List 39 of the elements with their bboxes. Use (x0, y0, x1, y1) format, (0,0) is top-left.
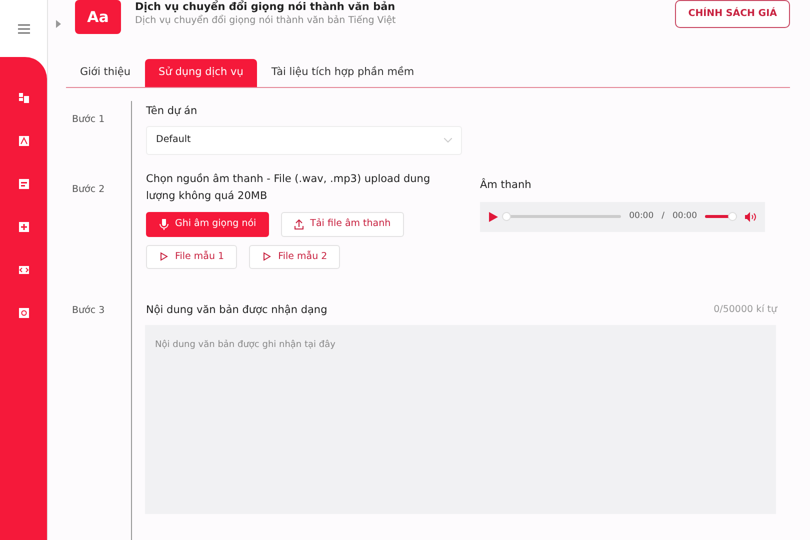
code-icon[interactable] (18, 265, 28, 275)
plus-icon[interactable] (18, 222, 28, 232)
field-label: Tên dự án (146, 104, 198, 119)
time-position: 00:00 (629, 210, 654, 223)
volume-slider[interactable] (705, 212, 737, 221)
chevron-down-icon (444, 138, 452, 143)
page-subtitle: Dịch vụ chuyển đổi giọng nói thành văn bản Tiếng Việt (135, 14, 397, 28)
audio-label: Âm thanh (480, 178, 532, 193)
source-label: Chọn nguồn âm thanh - File (.wav, .mp3) upload dung lượng không quá 20MB (146, 172, 432, 204)
grid-icon[interactable] (18, 93, 28, 103)
step-label: Bước 1 (72, 113, 105, 127)
chevron-icon[interactable] (56, 20, 61, 28)
card-icon[interactable] (18, 179, 28, 189)
transcript-label: Nội dung văn bản được nhận dạng (146, 302, 328, 318)
time-separator: / (662, 210, 664, 223)
pricing-button[interactable]: CHÍNH SÁCH GIÁ (675, 0, 790, 28)
step-label: Bước 2 (72, 183, 105, 197)
menu-icon[interactable] (18, 24, 30, 34)
page-title: Dịch vụ chuyển đổi giọng nói thành văn bản (135, 1, 396, 14)
upload-icon (294, 218, 304, 230)
record-button[interactable]: Ghi âm giọng nói (146, 212, 270, 237)
play-icon (159, 251, 169, 262)
tab[interactable]: Sử dụng dịch vụ (144, 59, 258, 87)
sample-button[interactable]: File mẫu 2 (249, 244, 340, 269)
tab[interactable]: Tài liệu tích hợp phần mềm (257, 59, 428, 87)
mic-icon (159, 218, 169, 230)
sample-button[interactable]: File mẫu 1 (146, 244, 238, 269)
logo-icon: Aa (75, 0, 121, 34)
play-icon (262, 251, 272, 262)
volume-icon[interactable] (745, 212, 756, 222)
project-select[interactable]: Default (146, 126, 462, 155)
step-label: Bước 3 (72, 304, 105, 318)
play-icon[interactable] (489, 212, 498, 222)
audio-player[interactable]: 00:00 / 00:00 (480, 202, 765, 232)
transcript-field[interactable]: Nội dung văn bản được ghi nhận tại đây (145, 324, 776, 514)
tab[interactable]: Giới thiệu (66, 59, 145, 87)
character-counter: 0/50000 kí tự (714, 302, 777, 317)
time-duration: 00:00 (672, 210, 697, 223)
upload-button[interactable]: Tải file âm thanh (281, 212, 404, 237)
